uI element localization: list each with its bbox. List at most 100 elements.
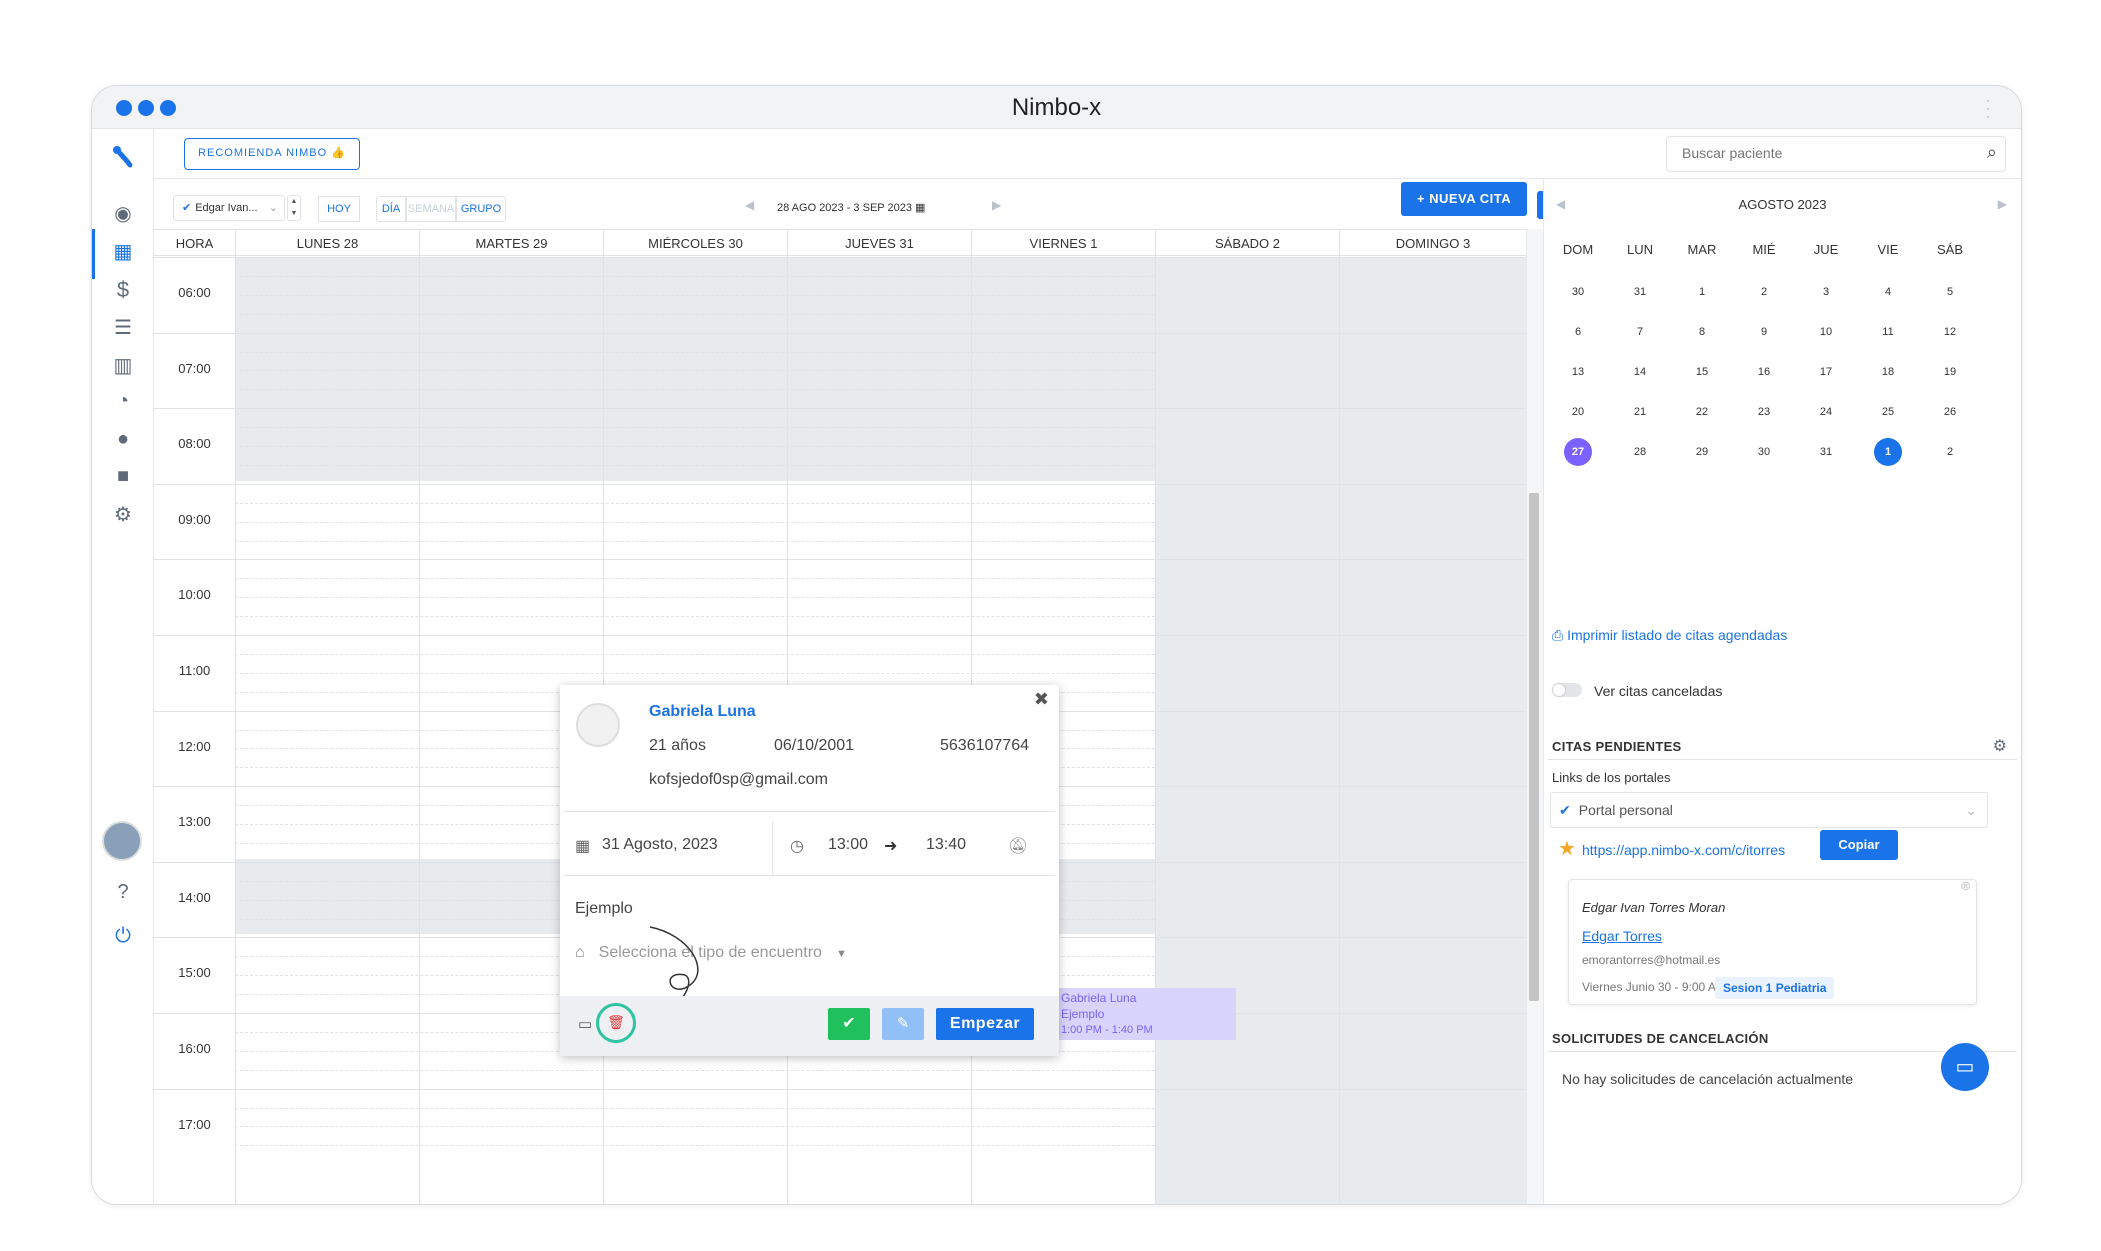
calendar-day[interactable]: 2 bbox=[1733, 278, 1795, 306]
calendar-day[interactable]: 27 bbox=[1564, 438, 1592, 466]
new-appointment-button[interactable]: + NUEVA CITA bbox=[1401, 182, 1527, 216]
calendar-day[interactable]: 9 bbox=[1733, 318, 1795, 346]
calendar-day[interactable]: 12 bbox=[1919, 318, 1981, 346]
kebab-icon[interactable]: · · · bbox=[1985, 91, 1991, 125]
help-icon[interactable]: ? bbox=[92, 881, 154, 904]
calendar-event[interactable]: Gabriela Luna Ejemplo 1:00 PM - 1:40 PM bbox=[1050, 988, 1236, 1040]
day-header[interactable]: SÁBADO 2 bbox=[1155, 230, 1339, 257]
chat-icon[interactable]: ● bbox=[92, 428, 154, 451]
delete-icon[interactable]: 🗑︎ bbox=[596, 1003, 636, 1043]
list-icon[interactable]: ☰ bbox=[92, 315, 154, 340]
appointment-note[interactable]: Ejemplo bbox=[575, 900, 633, 918]
calendar-scrollbar[interactable] bbox=[1526, 229, 1543, 1204]
calendar-day[interactable]: 8 bbox=[1671, 318, 1733, 346]
bell-off-icon[interactable]: 🔕︎ bbox=[1008, 836, 1028, 856]
day-header[interactable]: LUNES 28 bbox=[235, 230, 419, 257]
day-header[interactable]: MARTES 29 bbox=[419, 230, 603, 257]
day-column[interactable] bbox=[235, 257, 236, 1204]
day-header[interactable]: MIÉRCOLES 30 bbox=[603, 230, 787, 257]
next-month-icon[interactable]: ▶ bbox=[1998, 197, 2007, 211]
calendar-day[interactable]: 4 bbox=[1857, 278, 1919, 306]
close-icon[interactable]: ✖ bbox=[1034, 689, 1049, 710]
start-time[interactable]: 13:00 bbox=[828, 836, 868, 854]
next-week-icon[interactable]: ▶ bbox=[992, 198, 1001, 212]
calendar-day[interactable]: 1 bbox=[1671, 278, 1733, 306]
calendar-day[interactable]: 10 bbox=[1795, 318, 1857, 346]
close-icon[interactable]: ⊗ bbox=[1960, 878, 1971, 894]
gear-icon[interactable]: ⚙ bbox=[1993, 736, 2007, 756]
calendar-day[interactable]: 19 bbox=[1919, 358, 1981, 386]
quarter-line bbox=[235, 1107, 1155, 1109]
calendar-day[interactable]: 15 bbox=[1671, 358, 1733, 386]
day-header[interactable]: DOMINGO 3 bbox=[1339, 230, 1526, 257]
doctor-select[interactable]: ✔ Edgar Ivan... ⌄ bbox=[173, 195, 285, 221]
calendar-day[interactable]: 22 bbox=[1671, 398, 1733, 426]
portal-select[interactable]: ✔ Portal personal ⌄ bbox=[1550, 792, 1988, 828]
profile-icon[interactable]: ◉ bbox=[92, 201, 154, 226]
calendar-day[interactable]: 6 bbox=[1547, 318, 1609, 346]
recommend-button[interactable]: RECOMIENDA NIMBO 👍 bbox=[184, 138, 360, 170]
pending-appointment-card[interactable]: ⊗ Edgar Ivan Torres Moran Edgar Torres e… bbox=[1568, 878, 1977, 1005]
day-column[interactable] bbox=[419, 257, 420, 1204]
calendar-icon[interactable]: ▦ bbox=[92, 239, 154, 264]
chart-icon[interactable]: ◔ bbox=[92, 390, 154, 413]
day-column[interactable] bbox=[1339, 257, 1340, 1204]
calendar-day[interactable]: 5 bbox=[1919, 278, 1981, 306]
doctor-stepper[interactable]: ▲ ▼ bbox=[287, 195, 301, 221]
day-header[interactable]: VIERNES 1 bbox=[971, 230, 1155, 257]
today-button[interactable]: HOY bbox=[318, 196, 360, 222]
day-column[interactable] bbox=[1155, 257, 1156, 1204]
patient-arrived-button[interactable]: ✎ bbox=[882, 1008, 924, 1040]
view-day-button[interactable]: DÍA bbox=[376, 196, 406, 222]
calendar-day[interactable]: 21 bbox=[1609, 398, 1671, 426]
calendar-day[interactable]: 20 bbox=[1547, 398, 1609, 426]
card-patient-link[interactable]: Edgar Torres bbox=[1582, 928, 1662, 944]
calendar-day[interactable]: 1 bbox=[1874, 438, 1902, 466]
calendar-day[interactable]: 30 bbox=[1547, 278, 1609, 306]
confirm-button[interactable]: ✔ bbox=[828, 1008, 870, 1040]
view-group-button[interactable]: GRUPO bbox=[456, 196, 506, 222]
date-range[interactable]: 28 AGO 2023 - 3 SEP 2023 ▦ bbox=[777, 195, 925, 221]
calendar-day[interactable]: 18 bbox=[1857, 358, 1919, 386]
save-icon[interactable]: ▭ bbox=[578, 1015, 592, 1033]
start-button[interactable]: Empezar bbox=[936, 1008, 1034, 1040]
stats-icon[interactable]: ▥ bbox=[92, 353, 154, 378]
view-week-button[interactable]: SEMANA bbox=[406, 196, 456, 222]
encounter-type-select[interactable]: ⌂ Selecciona el tipo de encuentro ▼ bbox=[575, 944, 847, 962]
calendar-day[interactable]: 2 bbox=[1919, 438, 1981, 466]
day-header[interactable]: JUEVES 31 bbox=[787, 230, 971, 257]
calendar-day[interactable]: 7 bbox=[1609, 318, 1671, 346]
calendar-day[interactable]: 30 bbox=[1733, 438, 1795, 466]
portal-url[interactable]: https://app.nimbo-x.com/c/itorres bbox=[1582, 842, 1785, 858]
calendar-day[interactable]: 31 bbox=[1795, 438, 1857, 466]
canceled-toggle[interactable] bbox=[1552, 683, 1582, 697]
calendar-day[interactable]: 13 bbox=[1547, 358, 1609, 386]
video-icon[interactable]: ■ bbox=[92, 465, 154, 488]
calendar-day[interactable]: 31 bbox=[1609, 278, 1671, 306]
calendar-day[interactable]: 11 bbox=[1857, 318, 1919, 346]
calendar-day[interactable]: 3 bbox=[1795, 278, 1857, 306]
calendar-day[interactable]: 23 bbox=[1733, 398, 1795, 426]
copy-button[interactable]: Copiar bbox=[1820, 830, 1898, 860]
appointment-date[interactable]: 31 Agosto, 2023 bbox=[602, 836, 718, 854]
print-link[interactable]: ⎙ Imprimir listado de citas agendadas bbox=[1552, 627, 1787, 644]
calendar-day[interactable]: 25 bbox=[1857, 398, 1919, 426]
chat-button[interactable]: ▭ bbox=[1941, 1043, 1989, 1091]
calendar-day[interactable]: 24 bbox=[1795, 398, 1857, 426]
calendar-day[interactable]: 29 bbox=[1671, 438, 1733, 466]
calendar-day[interactable]: 17 bbox=[1795, 358, 1857, 386]
calendar-day[interactable]: 28 bbox=[1609, 438, 1671, 466]
avatar[interactable] bbox=[102, 821, 142, 861]
power-icon[interactable]: ⏻ bbox=[92, 925, 154, 948]
dollar-icon[interactable]: $ bbox=[92, 277, 154, 303]
calendar-day[interactable]: 14 bbox=[1609, 358, 1671, 386]
calendar-day[interactable]: 26 bbox=[1919, 398, 1981, 426]
gear-icon[interactable]: ⚙ bbox=[92, 502, 154, 527]
search-icon[interactable]: ⌕ bbox=[1987, 142, 1997, 163]
search-input[interactable] bbox=[1682, 145, 1962, 161]
prev-week-icon[interactable]: ◀ bbox=[745, 198, 754, 212]
patient-name[interactable]: Gabriela Luna bbox=[649, 703, 756, 721]
scroll-thumb[interactable] bbox=[1529, 493, 1539, 1001]
calendar-day[interactable]: 16 bbox=[1733, 358, 1795, 386]
end-time[interactable]: 13:40 bbox=[926, 836, 966, 854]
